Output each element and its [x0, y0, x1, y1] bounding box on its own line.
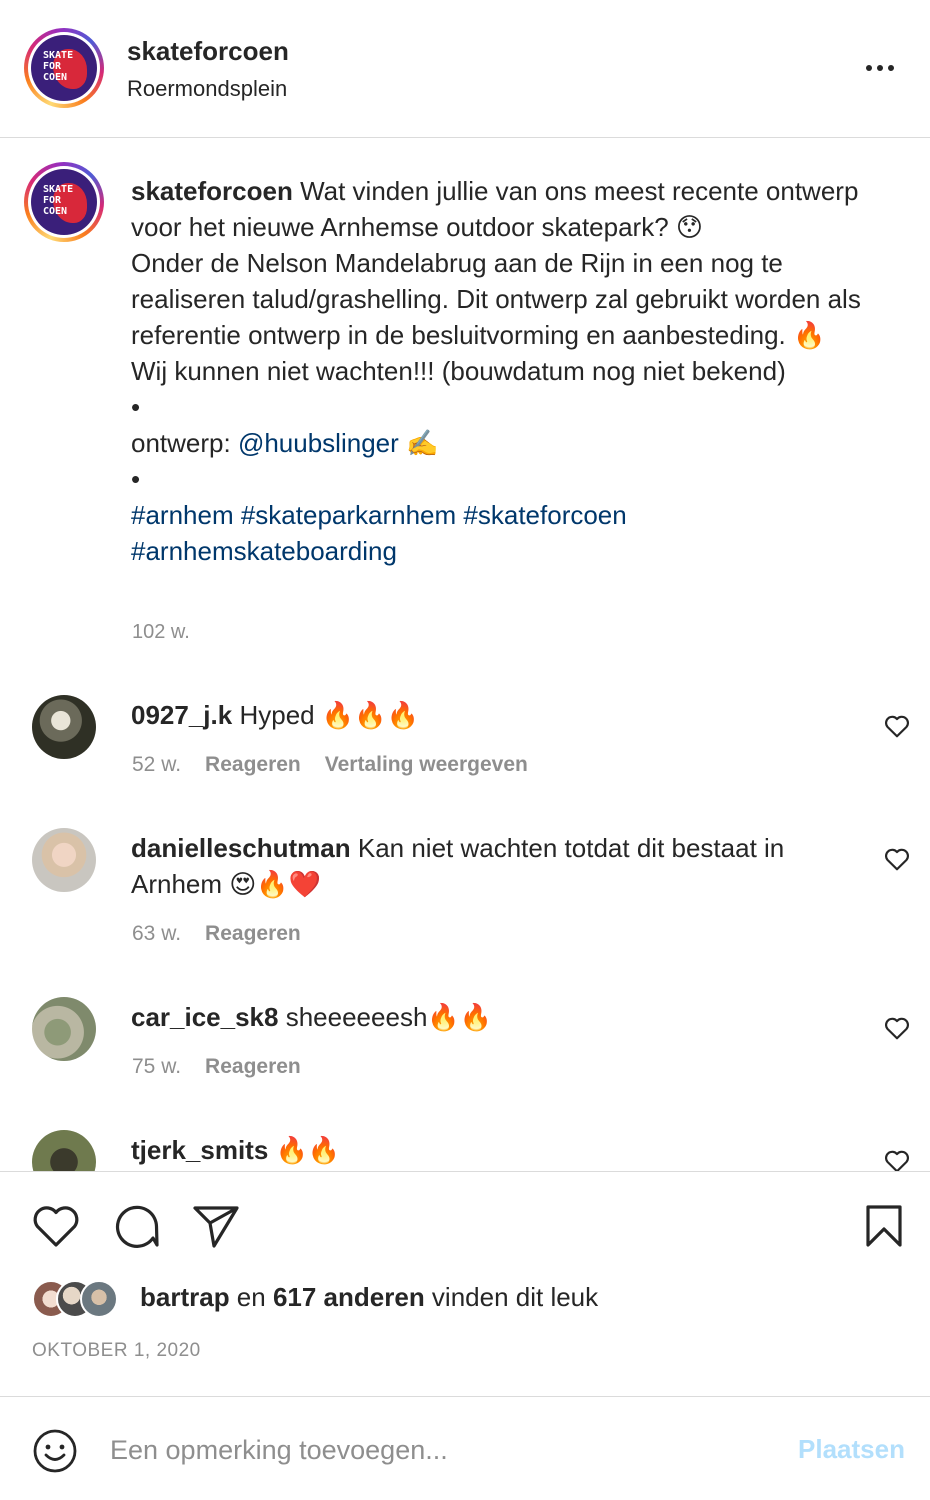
more-dot-icon — [866, 65, 872, 71]
liker-avatar — [80, 1280, 118, 1318]
post-actions: bartrap en 617 anderen vinden dit leuk O… — [0, 1171, 930, 1397]
comment-body: 🔥🔥 — [275, 1135, 341, 1165]
liker-username[interactable]: bartrap — [140, 1282, 230, 1312]
comment-username[interactable]: 0927_j.k — [131, 700, 232, 730]
more-dot-icon — [877, 65, 883, 71]
comment-username[interactable]: car_ice_sk8 — [131, 1002, 278, 1032]
skateforcoen-logo: SKATE FOR COEN — [31, 169, 97, 235]
mention-link[interactable]: @huubslinger — [238, 428, 399, 458]
comment-composer: Plaatsen — [0, 1398, 930, 1500]
hashtags-link[interactable]: #arnhem #skateparkarnhem #skateforcoen #… — [131, 500, 627, 566]
comment-meta: 52 w. Reageren Vertaling weergeven — [132, 753, 528, 777]
likes-summary: bartrap en 617 anderen vinden dit leuk — [140, 1282, 598, 1313]
liked-by-avatars[interactable] — [32, 1280, 118, 1318]
emoji-smiley-icon[interactable] — [32, 1428, 78, 1474]
reply-button[interactable]: Reageren — [205, 753, 301, 777]
comment-time[interactable]: 75 w. — [132, 1055, 181, 1079]
likes-connector: en — [229, 1282, 273, 1312]
caption-timestamp[interactable]: 102 w. — [132, 621, 190, 644]
comment-meta: 75 w. Reageren — [132, 1055, 301, 1079]
caption-credit-prefix: ontwerp: — [131, 428, 238, 458]
comment-bubble-icon[interactable] — [112, 1203, 160, 1249]
commenter-avatar[interactable] — [32, 695, 96, 759]
comment-text: tjerk_smits 🔥🔥 — [131, 1132, 851, 1168]
post-header: SKATE FOR COEN skateforcoen Roermondsple… — [0, 0, 930, 138]
comment-meta: 63 w. Reageren — [132, 922, 301, 946]
caption-credit-suffix: ✍️ — [398, 428, 439, 458]
comment-text: 0927_j.k Hyped 🔥🔥🔥 — [131, 697, 851, 733]
save-bookmark-icon[interactable] — [864, 1204, 904, 1248]
reply-button[interactable]: Reageren — [205, 1055, 301, 1079]
skateforcoen-logo: SKATE FOR COEN — [31, 35, 97, 101]
commenter-avatar[interactable] — [32, 997, 96, 1061]
comments-scroll-area[interactable]: SKATE FOR COEN skateforcoen Wat vinden j… — [0, 139, 930, 1171]
logo-text: SKATE FOR COEN — [43, 50, 74, 83]
add-comment-input[interactable] — [110, 1426, 770, 1474]
comment-username[interactable]: tjerk_smits — [131, 1135, 268, 1165]
post-caption: skateforcoen Wat vinden jullie van ons m… — [131, 173, 891, 569]
comment-username[interactable]: danielleschutman — [131, 833, 351, 863]
post-location[interactable]: Roermondsplein — [127, 76, 287, 102]
reply-button[interactable]: Reageren — [205, 922, 301, 946]
comment-like-heart-icon[interactable] — [884, 1016, 910, 1040]
comment-body: sheeeeeesh🔥🔥 — [285, 1002, 493, 1032]
comment-like-heart-icon[interactable] — [884, 1149, 910, 1171]
author-avatar[interactable]: SKATE FOR COEN — [24, 28, 104, 108]
caption-bullet: • — [131, 464, 141, 494]
commenter-avatar[interactable] — [32, 828, 96, 892]
caption-username[interactable]: skateforcoen — [131, 176, 293, 206]
post-comment-button[interactable]: Plaatsen — [798, 1434, 905, 1465]
commenter-avatar[interactable] — [32, 1130, 96, 1171]
likes-suffix: vinden dit leuk — [424, 1282, 599, 1312]
caption-author-avatar[interactable]: SKATE FOR COEN — [24, 162, 104, 242]
share-send-icon[interactable] — [192, 1204, 240, 1248]
likes-count[interactable]: 617 anderen — [273, 1282, 425, 1312]
author-username[interactable]: skateforcoen — [127, 36, 289, 67]
more-dot-icon — [888, 65, 894, 71]
comment-time[interactable]: 63 w. — [132, 922, 181, 946]
caption-bullet: • — [131, 392, 141, 422]
like-heart-icon[interactable] — [32, 1204, 80, 1248]
comment-text: danielleschutman Kan niet wachten totdat… — [131, 830, 851, 902]
translate-button[interactable]: Vertaling weergeven — [325, 753, 528, 777]
comment-time[interactable]: 52 w. — [132, 753, 181, 777]
comment-text: car_ice_sk8 sheeeeeesh🔥🔥 — [131, 999, 851, 1035]
post-date[interactable]: OKTOBER 1, 2020 — [32, 1340, 201, 1362]
comment-like-heart-icon[interactable] — [884, 714, 910, 738]
comment-body: Hyped 🔥🔥🔥 — [239, 700, 419, 730]
comment-like-heart-icon[interactable] — [884, 847, 910, 871]
caption-line-2: Onder de Nelson Mandelabrug aan de Rijn … — [131, 248, 861, 350]
more-options-button[interactable] — [860, 50, 900, 86]
caption-line-3: Wij kunnen niet wachten!!! (bouwdatum no… — [131, 356, 786, 386]
logo-text: SKATE FOR COEN — [43, 184, 74, 217]
